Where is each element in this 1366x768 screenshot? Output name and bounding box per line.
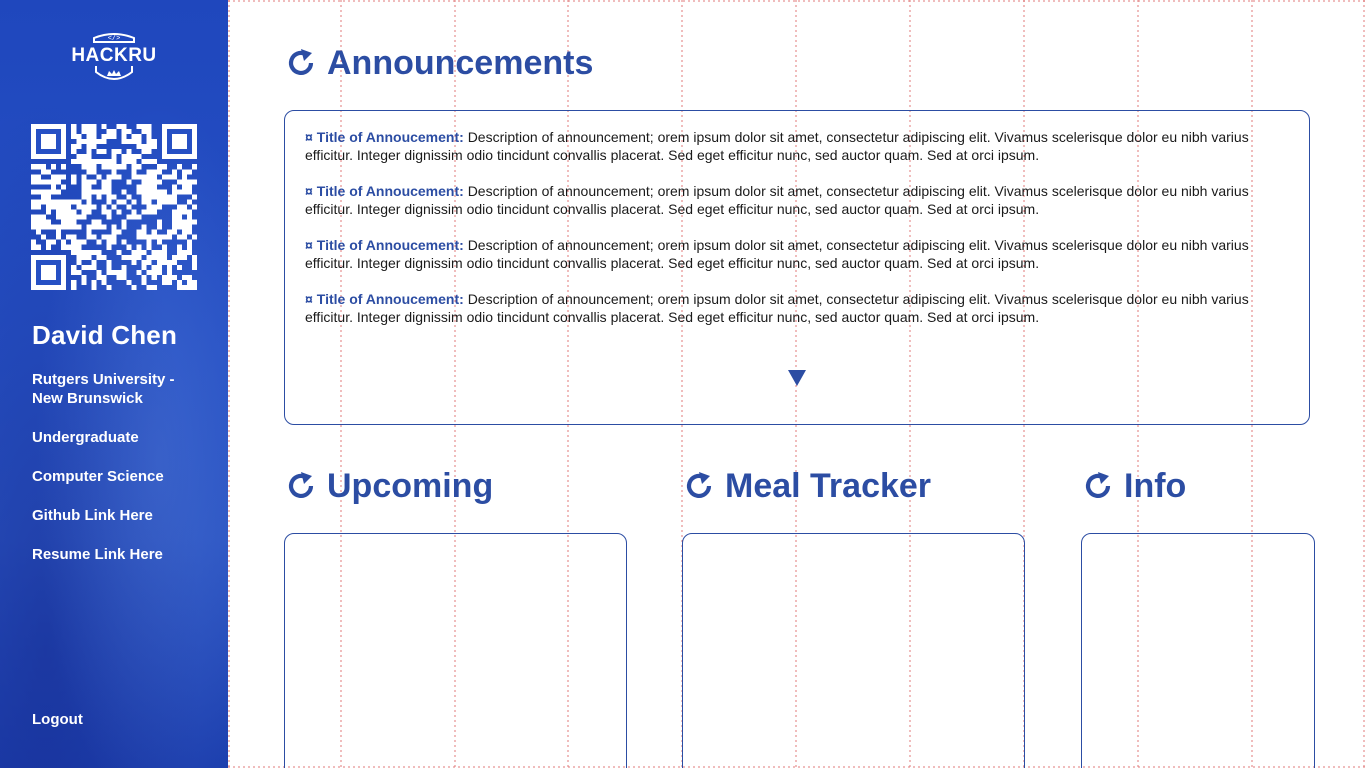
upcoming-title: Upcoming (327, 467, 494, 505)
announcement-title: Title of Annoucement: (316, 129, 464, 145)
announcements-list: ¤ Title of Annoucement: Description of an… (305, 128, 1289, 344)
meal-tracker-header: Meal Tracker (683, 466, 931, 506)
announcement-item: ¤ Title of Annoucement: Description of an… (305, 182, 1289, 218)
refresh-icon[interactable] (1082, 470, 1114, 502)
sidebar-link-level[interactable]: Undergraduate (32, 428, 139, 447)
qr-code (31, 124, 197, 290)
triangle-down-icon[interactable] (788, 370, 806, 386)
sidebar: </> HACKRU David Chen Rutgers University… (0, 0, 228, 768)
announcement-title: Title of Annoucement: (316, 291, 464, 307)
announcement-item: ¤ Title of Annoucement: Description of an… (305, 290, 1289, 326)
info-header: Info (1082, 466, 1186, 506)
bullet-icon: ¤ (305, 237, 313, 253)
sidebar-link-github[interactable]: Github Link Here (32, 506, 153, 525)
announcement-title: Title of Annoucement: (316, 183, 464, 199)
upcoming-panel (284, 533, 627, 768)
meal-tracker-panel (682, 533, 1025, 768)
user-name: David Chen (32, 320, 178, 350)
announcements-panel: ¤ Title of Annoucement: Description of an… (284, 110, 1310, 425)
refresh-icon[interactable] (285, 470, 317, 502)
sidebar-link-resume[interactable]: Resume Link Here (32, 545, 163, 564)
announcements-title: Announcements (327, 44, 594, 82)
refresh-icon[interactable] (683, 470, 715, 502)
info-panel (1081, 533, 1315, 768)
logo-text: HACKRU (71, 45, 156, 66)
svg-text:</>: </> (108, 35, 121, 43)
sidebar-link-university[interactable]: Rutgers University - New Brunswick (32, 370, 202, 408)
upcoming-header: Upcoming (285, 466, 493, 506)
info-title: Info (1124, 467, 1187, 505)
announcement-title: Title of Annoucement: (316, 237, 464, 253)
announcements-header: Announcements (285, 43, 593, 83)
meal-tracker-title: Meal Tracker (725, 467, 932, 505)
hackru-logo[interactable]: </> HACKRU (66, 28, 162, 86)
sidebar-link-major[interactable]: Computer Science (32, 467, 164, 486)
logout-button[interactable]: Logout (32, 710, 83, 729)
bullet-icon: ¤ (305, 291, 313, 307)
bullet-icon: ¤ (305, 129, 313, 145)
bullet-icon: ¤ (305, 183, 313, 199)
refresh-icon[interactable] (285, 47, 317, 79)
announcement-item: ¤ Title of Annoucement: Description of an… (305, 236, 1289, 272)
announcement-item: ¤ Title of Annoucement: Description of an… (305, 128, 1289, 164)
